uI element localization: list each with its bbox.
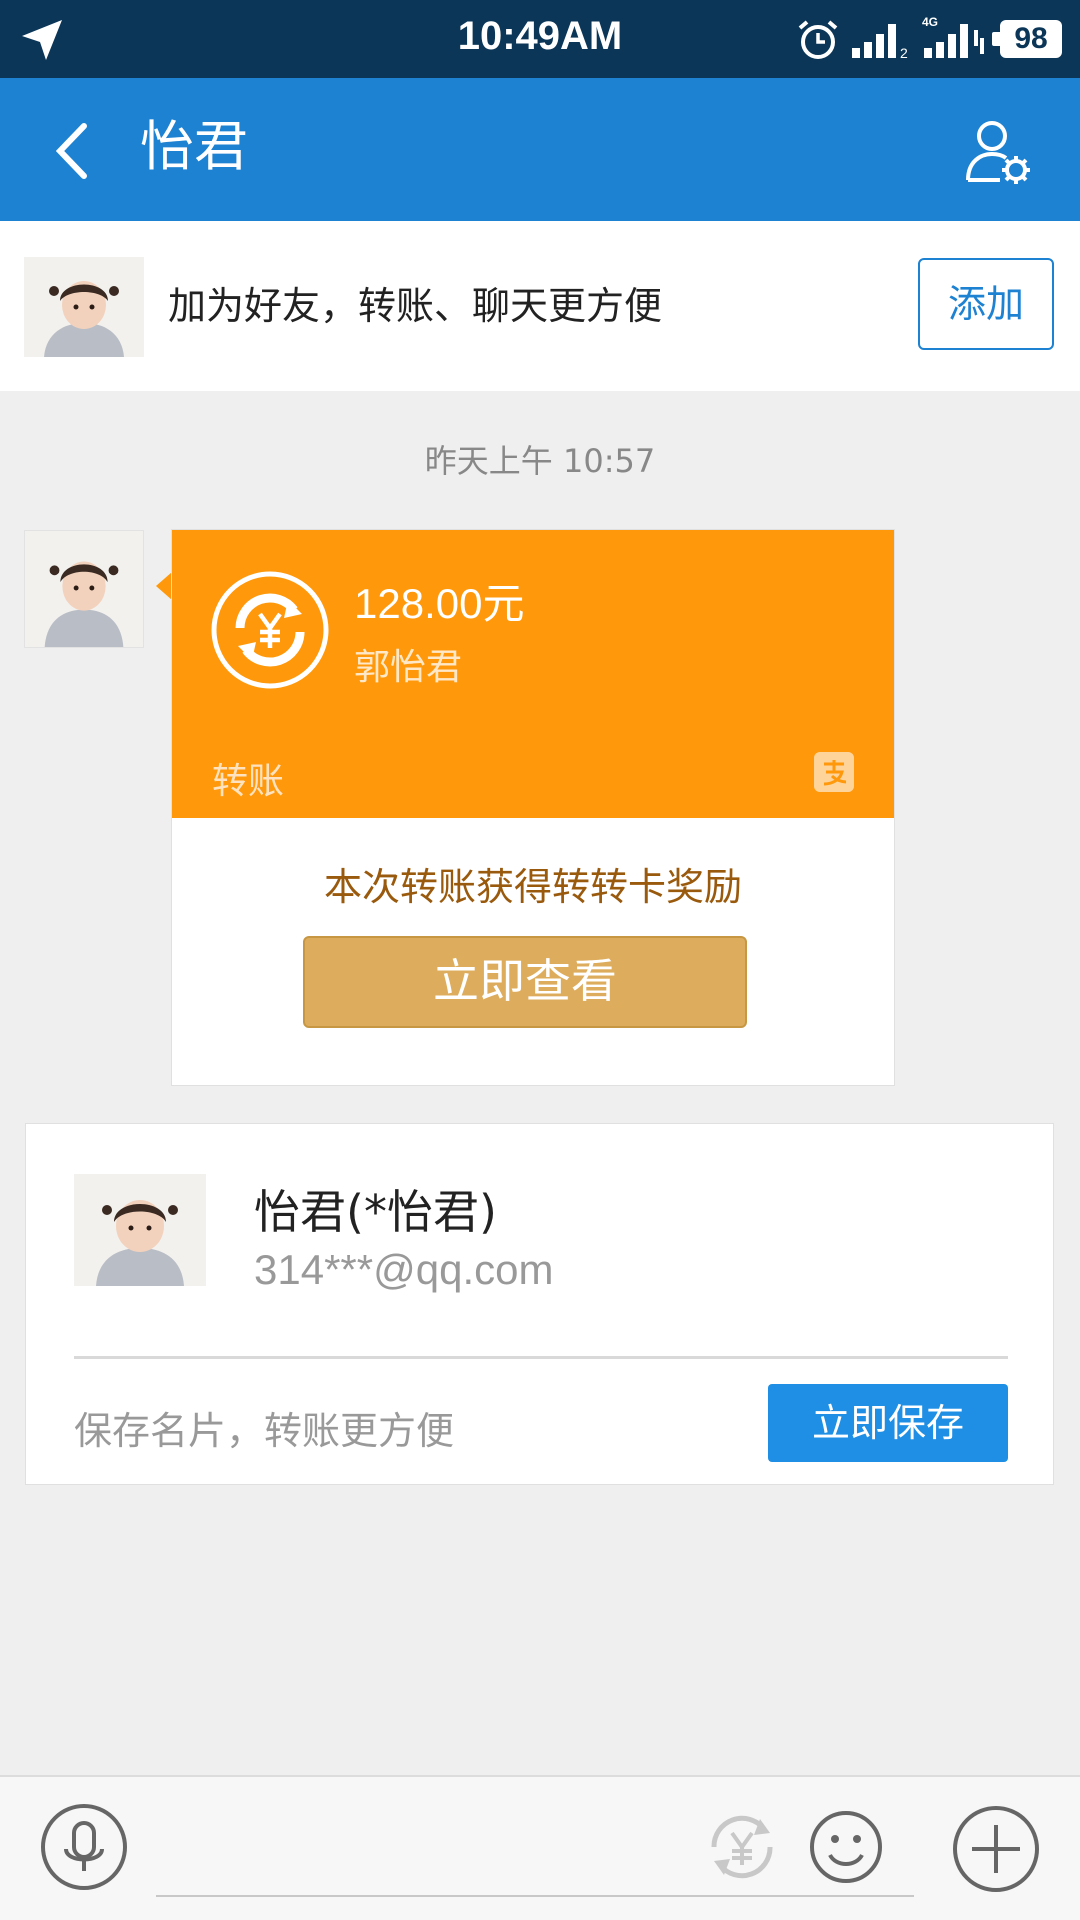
avatar[interactable] <box>24 530 144 648</box>
add-friend-text: 加为好友，转账、聊天更方便 <box>168 284 663 328</box>
chevron-left-icon[interactable] <box>40 116 110 186</box>
reward-text: 本次转账获得转转卡奖励 <box>323 865 742 909</box>
transfer-amount: 128.00元 <box>354 580 525 627</box>
message-input[interactable] <box>156 1895 914 1897</box>
transfer-payee: 郭怡君 <box>354 647 463 688</box>
signal-4g-icon: 4G <box>922 15 984 58</box>
add-friend-button[interactable]: 添加 <box>918 258 1054 350</box>
yen-transfer-icon <box>211 571 329 689</box>
avatar[interactable] <box>74 1174 206 1286</box>
battery-indicator: 98 <box>992 20 1062 58</box>
transfer-card-header[interactable]: 128.00元 郭怡君 转账 <box>172 530 894 818</box>
signal-sim2-icon: 2 <box>852 24 908 60</box>
divider <box>74 1356 1008 1359</box>
chat-input-bar <box>0 1775 1080 1920</box>
alipay-icon <box>814 752 854 792</box>
bubble-arrow <box>156 572 172 600</box>
emoji-icon[interactable] <box>808 1809 884 1885</box>
chat-header: 怡君 <box>0 78 1080 221</box>
view-now-button[interactable]: 立即查看 <box>303 936 747 1028</box>
alarm-icon <box>798 20 838 59</box>
microphone-icon[interactable] <box>40 1803 128 1891</box>
yen-transfer-icon[interactable] <box>704 1809 780 1885</box>
status-bar: 10:49AM 2 4G 98 <box>0 0 1080 78</box>
contact-card: 怡君(*怡君) 314***@qq.com 保存名片，转账更方便 立即保存 <box>25 1123 1054 1485</box>
transfer-message-card[interactable]: 128.00元 郭怡君 转账 本次转账获得转转卡奖励 立即查看 <box>171 529 895 1086</box>
plus-icon[interactable] <box>952 1805 1040 1893</box>
message-timestamp: 昨天上午 10:57 <box>424 442 656 480</box>
contact-name: 怡君(*怡君) <box>254 1185 497 1239</box>
user-settings-icon[interactable] <box>960 114 1034 188</box>
network-type: 4G <box>922 15 938 29</box>
transfer-type-label: 转账 <box>212 761 285 802</box>
status-time: 10:49AM <box>457 14 623 58</box>
save-card-button[interactable]: 立即保存 <box>768 1384 1008 1462</box>
add-friend-banner: 加为好友，转账、聊天更方便 添加 <box>0 221 1080 391</box>
save-card-hint: 保存名片，转账更方便 <box>74 1409 455 1453</box>
chat-title: 怡君 <box>140 115 248 178</box>
contact-email: 314***@qq.com <box>254 1246 554 1293</box>
svg-text:2: 2 <box>900 45 908 60</box>
avatar[interactable] <box>24 257 144 357</box>
